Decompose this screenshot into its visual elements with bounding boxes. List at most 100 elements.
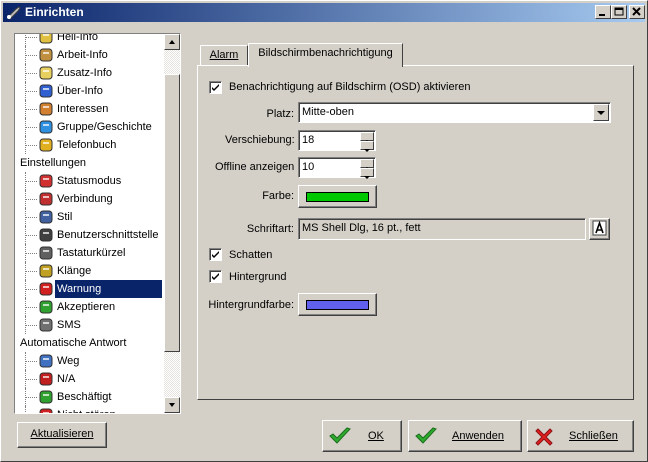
- spin-down-icon: [364, 149, 370, 152]
- tree-item[interactable]: Warnung: [15, 280, 165, 298]
- window-title: Einrichten: [25, 5, 84, 19]
- tree-item-label: Stil: [57, 211, 73, 223]
- offline-value: 10: [302, 161, 315, 173]
- close-button[interactable]: [629, 5, 645, 19]
- verschiebung-down-button[interactable]: [360, 141, 374, 152]
- offline-spinner[interactable]: 10: [298, 157, 376, 179]
- verschiebung-up-button[interactable]: [360, 132, 374, 143]
- tab-alarm[interactable]: Alarm: [200, 45, 248, 66]
- anwenden-button[interactable]: Anwenden: [408, 420, 522, 452]
- checkmark-icon: [212, 84, 219, 91]
- tree-item[interactable]: Interessen: [15, 100, 165, 118]
- schatten-checkbox[interactable]: [209, 248, 222, 261]
- tree-item-label: Telefonbuch: [57, 139, 117, 151]
- maximize-button[interactable]: [611, 5, 627, 19]
- tree-item[interactable]: Gruppe/Geschichte: [15, 118, 165, 136]
- sms-icon: [38, 317, 54, 333]
- osd-enable-label: Benachrichtigung auf Bildschirm (OSD) ak…: [229, 81, 471, 93]
- tree-item[interactable]: Telefonbuch: [15, 136, 165, 154]
- keyboard-icon: [38, 245, 54, 261]
- tree-item-label: Gruppe/Geschichte: [57, 121, 152, 133]
- tree-item[interactable]: Statusmodus: [15, 172, 165, 190]
- tree-item-label: Nicht stören: [55, 409, 118, 413]
- schliessen-label: Schließen: [569, 430, 618, 442]
- offline-up-button[interactable]: [360, 159, 374, 170]
- font-picker-button[interactable]: [589, 218, 610, 240]
- tree-item-label: Hell-Info: [57, 33, 98, 43]
- offline-down-button[interactable]: [360, 168, 374, 179]
- tree-connector: [25, 361, 37, 362]
- tree-item[interactable]: Arbeit-Info: [15, 46, 165, 64]
- tree-item[interactable]: Klänge: [15, 262, 165, 280]
- tree-item-label: Tastaturkürzel: [57, 247, 126, 259]
- dnd-icon: [38, 407, 54, 413]
- tree-item-label: Interessen: [57, 103, 109, 115]
- tab-alarm-label: Alarm: [209, 49, 239, 61]
- ok-label: OK: [368, 430, 384, 442]
- farbe-color-button[interactable]: [298, 185, 377, 208]
- tree-item[interactable]: SMS: [15, 316, 165, 334]
- away-icon: [38, 353, 54, 369]
- tree-item-label: Beschäftigt: [57, 391, 112, 403]
- platz-dropdown-button[interactable]: [593, 104, 609, 121]
- tree-item-label: Zusatz-Info: [57, 67, 113, 79]
- scroll-thumb[interactable]: [164, 74, 180, 352]
- tree-item-label: Arbeit-Info: [57, 49, 108, 61]
- aktualisieren-label: Aktualisieren: [30, 428, 94, 440]
- osd-enable-checkbox[interactable]: [209, 81, 222, 94]
- tree-connector: [25, 109, 37, 110]
- tree-connector: [25, 199, 37, 200]
- anwenden-label: Anwenden: [452, 430, 504, 442]
- tree-item[interactable]: Beschäftigt: [15, 388, 165, 406]
- tree-connector: [25, 307, 37, 308]
- scroll-down-button[interactable]: [164, 397, 180, 413]
- tree-item[interactable]: Einstellungen: [15, 154, 165, 172]
- tab-osd-label: Bildschirmbenachrichtigung: [258, 47, 393, 59]
- tree-item[interactable]: Verbindung: [15, 190, 165, 208]
- hintergrund-label: Hintergrund: [229, 271, 287, 283]
- schriftart-value: MS Shell Dlg, 16 pt., fett: [302, 222, 421, 234]
- maximize-icon: [614, 7, 624, 16]
- settings-tree[interactable]: Hell-Info Arbeit-Info Zusatz-Info Über-Info…: [14, 33, 181, 414]
- warning-icon: [38, 281, 54, 297]
- scroll-up-button[interactable]: [164, 34, 180, 50]
- info-icon: [38, 34, 54, 45]
- tree-item[interactable]: Benutzerschnittstelle: [15, 226, 165, 244]
- tree-item-label: Benutzerschnittstelle: [57, 229, 159, 241]
- busy-icon: [38, 389, 54, 405]
- tree-item[interactable]: Hell-Info: [15, 33, 165, 46]
- hintergrund-checkbox[interactable]: [209, 270, 222, 283]
- aktualisieren-button[interactable]: Aktualisieren: [17, 422, 107, 448]
- palette-icon: [38, 101, 54, 117]
- hintergrundfarbe-label: Hintergrundfarbe:: [208, 299, 294, 311]
- hintergrundfarbe-color-button[interactable]: [298, 293, 377, 316]
- tree-item-label: Über-Info: [57, 85, 103, 97]
- tree-item[interactable]: Zusatz-Info: [15, 64, 165, 82]
- tree-item[interactable]: Automatische Antwort: [15, 334, 165, 352]
- tree-item[interactable]: Nicht stören: [15, 406, 165, 413]
- tree-item-label: Akzeptieren: [57, 301, 116, 313]
- tree-item[interactable]: Tastaturkürzel: [15, 244, 165, 262]
- tree-scrollbar[interactable]: [164, 34, 180, 413]
- schliessen-button[interactable]: Schließen: [527, 420, 634, 452]
- tree-item[interactable]: Stil: [15, 208, 165, 226]
- ok-button[interactable]: OK: [322, 420, 402, 452]
- tree-item[interactable]: N/A: [15, 370, 165, 388]
- verschiebung-spinner[interactable]: 18: [298, 130, 376, 152]
- platz-dropdown[interactable]: Mitte-oben: [298, 102, 611, 123]
- group-icon: [38, 119, 54, 135]
- tree-item[interactable]: Weg: [15, 352, 165, 370]
- spin-down-icon: [364, 176, 370, 179]
- hintergrundfarbe-color-swatch: [306, 300, 369, 310]
- tree-item[interactable]: Akzeptieren: [15, 298, 165, 316]
- title-bar[interactable]: Einrichten: [3, 3, 645, 22]
- checkmark-icon: [212, 251, 219, 258]
- app-icon: [6, 5, 22, 20]
- tree-connector: [25, 271, 37, 272]
- offline-label: Offline anzeigen: [215, 161, 295, 173]
- verschiebung-value: 18: [302, 134, 315, 146]
- tab-bildschirmbenachrichtigung[interactable]: Bildschirmbenachrichtigung: [248, 43, 403, 67]
- minimize-button[interactable]: [595, 5, 611, 19]
- style-icon: [38, 209, 54, 225]
- tree-item[interactable]: Über-Info: [15, 82, 165, 100]
